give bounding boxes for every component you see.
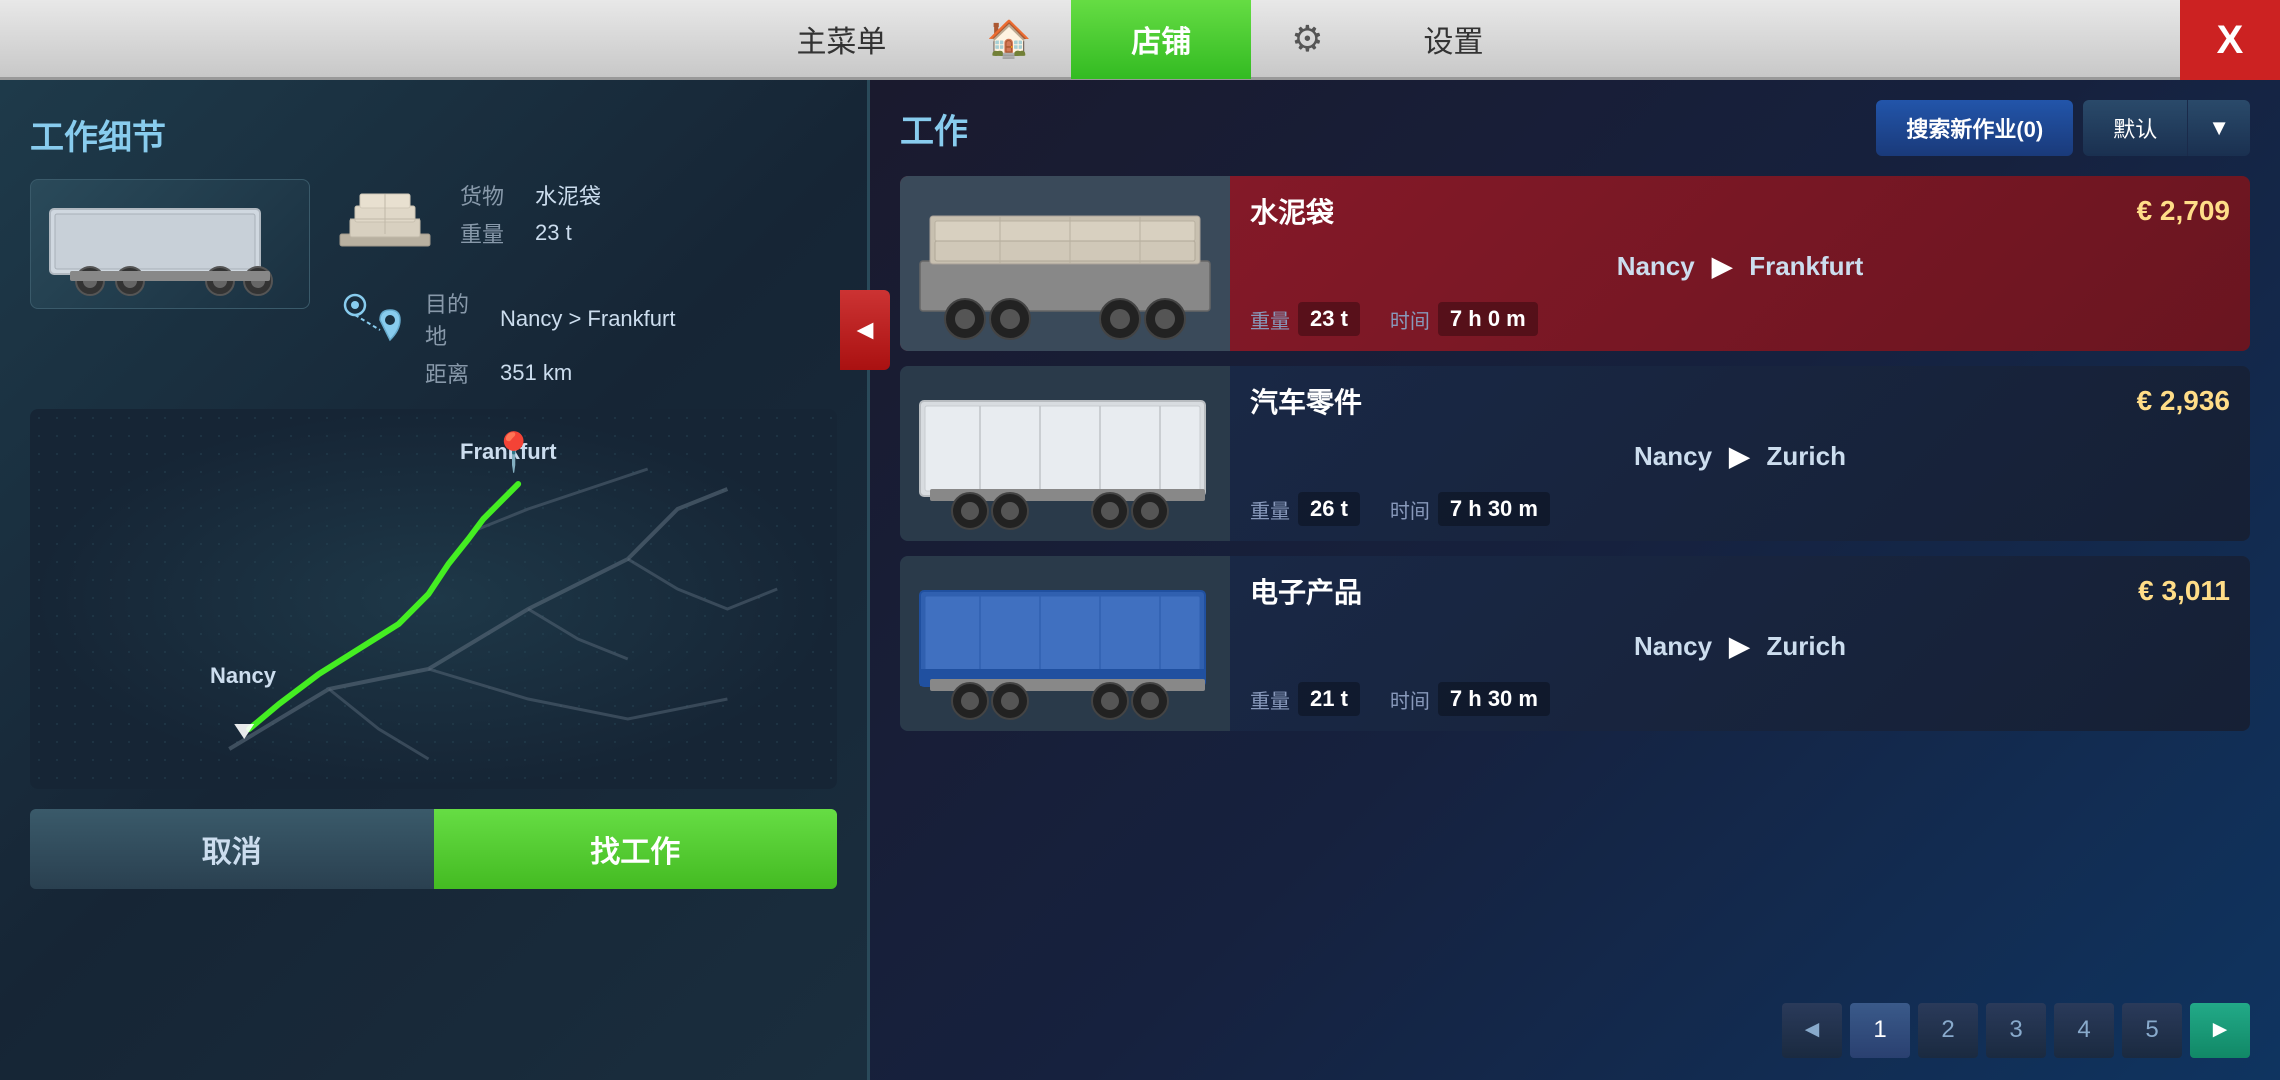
nav-shop[interactable]: 店铺 [1071,0,1251,79]
time-label-3: 时间 [1390,685,1430,714]
default-dropdown: 默认 ▼ [2083,100,2250,156]
pagination: ◄ 1 2 3 4 5 ► [900,1000,2250,1060]
destination-value: Nancy > Frankfurt [500,306,675,332]
job-2-time: 7 h 30 m [1438,492,1550,526]
job-1-stats: 重量 23 t 时间 7 h 0 m [1250,302,2230,336]
nav-main-menu[interactable]: 主菜单 [736,0,946,79]
job-1-time: 7 h 0 m [1438,302,1538,336]
job-1-price: € 2,709 [2137,195,2230,227]
cargo-section: 货物 水泥袋 重量 23 t [330,179,837,269]
job-card-2-image [900,366,1230,541]
job-1-route: Nancy ▶ Frankfurt [1250,251,2230,282]
destination-row: 目的地 Nancy > Frankfurt [425,287,675,351]
weight-label-3: 重量 [1250,685,1290,714]
job-card-1-image [900,176,1230,351]
prev-page-button[interactable]: ◄ [1782,1003,1842,1058]
left-arrow-button[interactable]: ◄ [840,290,890,370]
destination-section: 目的地 Nancy > Frankfurt 距离 351 km [330,287,837,389]
job-card-3-info: 电子产品 € 3,011 Nancy ▶ Zurich 重量 21 t [1230,556,2250,731]
job-card-3-image [900,556,1230,731]
job-2-route: Nancy ▶ Zurich [1250,441,2230,472]
job-2-weight: 26 t [1298,492,1360,526]
time-label: 时间 [1390,305,1430,334]
header-controls: 搜索新作业(0) 默认 ▼ [1876,100,2250,156]
frankfurt-pin: 📍 [490,431,537,475]
job-2-weight-group: 重量 26 t [1250,492,1360,526]
nav-items: 主菜单 🏠 店铺 ⚙ 设置 [0,0,2280,79]
job-card-2[interactable]: 汽车零件 € 2,936 Nancy ▶ Zurich 重量 26 t [900,366,2250,541]
job-3-time: 7 h 30 m [1438,682,1550,716]
weight-label-2: 重量 [1250,495,1290,524]
distance-value: 351 km [500,360,572,386]
cargo-label: 货物 [460,179,520,211]
weight-label: 重量 [460,217,520,249]
left-panel-title: 工作细节 [30,110,837,159]
weight-label: 重量 [1250,305,1290,334]
job-card-1-header: 水泥袋 € 2,709 [1250,191,2230,231]
default-button[interactable]: 默认 [2083,100,2187,156]
page-1-button[interactable]: 1 [1850,1003,1910,1058]
job-details-top: 货物 水泥袋 重量 23 t [30,179,837,389]
job-card-3[interactable]: 电子产品 € 3,011 Nancy ▶ Zurich 重量 21 t [900,556,2250,731]
map-label-nancy: Nancy [210,663,276,689]
job-3-stats: 重量 21 t 时间 7 h 30 m [1250,682,2230,716]
find-job-button[interactable]: 找工作 [434,809,838,889]
job-1-weight-group: 重量 23 t [1250,302,1360,336]
cargo-name-row: 货物 水泥袋 [460,179,601,211]
job-card-2-header: 汽车零件 € 2,936 [1250,381,2230,421]
job-2-stats: 重量 26 t 时间 7 h 30 m [1250,492,2230,526]
gear-icon[interactable]: ⚙ [1251,18,1363,60]
right-panel-title: 工作 [900,104,968,153]
distance-label: 距离 [425,357,485,389]
job-3-time-group: 时间 7 h 30 m [1390,682,1550,716]
cargo-icon [330,179,440,269]
job-3-cargo: 电子产品 [1250,571,1362,611]
right-panel: 工作 搜索新作业(0) 默认 ▼ [870,80,2280,1080]
job-card-1-info: 水泥袋 € 2,709 Nancy ▶ Frankfurt 重量 23 t [1230,176,2250,351]
bottom-buttons: 取消 找工作 [30,809,837,889]
cancel-button[interactable]: 取消 [30,809,434,889]
destination-label: 目的地 [425,287,485,351]
job-3-weight-group: 重量 21 t [1250,682,1360,716]
top-navigation: 主菜单 🏠 店铺 ⚙ 设置 X [0,0,2280,80]
job-card-2-info: 汽车零件 € 2,936 Nancy ▶ Zurich 重量 26 t [1230,366,2250,541]
main-content: 工作细节 [0,80,2280,1080]
job-3-route: Nancy ▶ Zurich [1250,631,2230,662]
search-new-button[interactable]: 搜索新作业(0) [1876,100,2073,156]
job-info-right: 货物 水泥袋 重量 23 t [330,179,837,389]
job-card-3-header: 电子产品 € 3,011 [1250,571,2230,611]
job-2-cargo: 汽车零件 [1250,381,1362,421]
next-page-button[interactable]: ► [2190,1003,2250,1058]
truck-preview [30,179,310,309]
time-label-2: 时间 [1390,495,1430,524]
cargo-value: 水泥袋 [535,179,601,211]
cargo-details: 货物 水泥袋 重量 23 t [460,179,601,249]
job-2-time-group: 时间 7 h 30 m [1390,492,1550,526]
job-card-1[interactable]: 水泥袋 € 2,709 Nancy ▶ Frankfurt 重量 23 t [900,176,2250,351]
dest-details: 目的地 Nancy > Frankfurt 距离 351 km [425,287,675,389]
job-3-weight: 21 t [1298,682,1360,716]
weight-value: 23 t [535,220,572,246]
nav-settings[interactable]: 设置 [1364,0,1544,79]
job-1-time-group: 时间 7 h 0 m [1390,302,1538,336]
job-3-price: € 3,011 [2138,575,2230,607]
page-3-button[interactable]: 3 [1986,1003,2046,1058]
close-button[interactable]: X [2180,0,2280,80]
left-panel: 工作细节 [0,80,870,1080]
home-icon[interactable]: 🏠 [946,18,1071,60]
dropdown-arrow-button[interactable]: ▼ [2187,100,2250,156]
job-list: 水泥袋 € 2,709 Nancy ▶ Frankfurt 重量 23 t [900,176,2250,985]
page-4-button[interactable]: 4 [2054,1003,2114,1058]
destination-icon [330,287,410,367]
page-5-button[interactable]: 5 [2122,1003,2182,1058]
map-container: Nancy Frankfurt 📍 [30,409,837,789]
weight-row: 重量 23 t [460,217,601,249]
distance-row: 距离 351 km [425,357,675,389]
job-1-cargo: 水泥袋 [1250,191,1334,231]
job-2-price: € 2,936 [2137,385,2230,417]
page-2-button[interactable]: 2 [1918,1003,1978,1058]
job-1-weight: 23 t [1298,302,1360,336]
right-header: 工作 搜索新作业(0) 默认 ▼ [900,100,2250,156]
